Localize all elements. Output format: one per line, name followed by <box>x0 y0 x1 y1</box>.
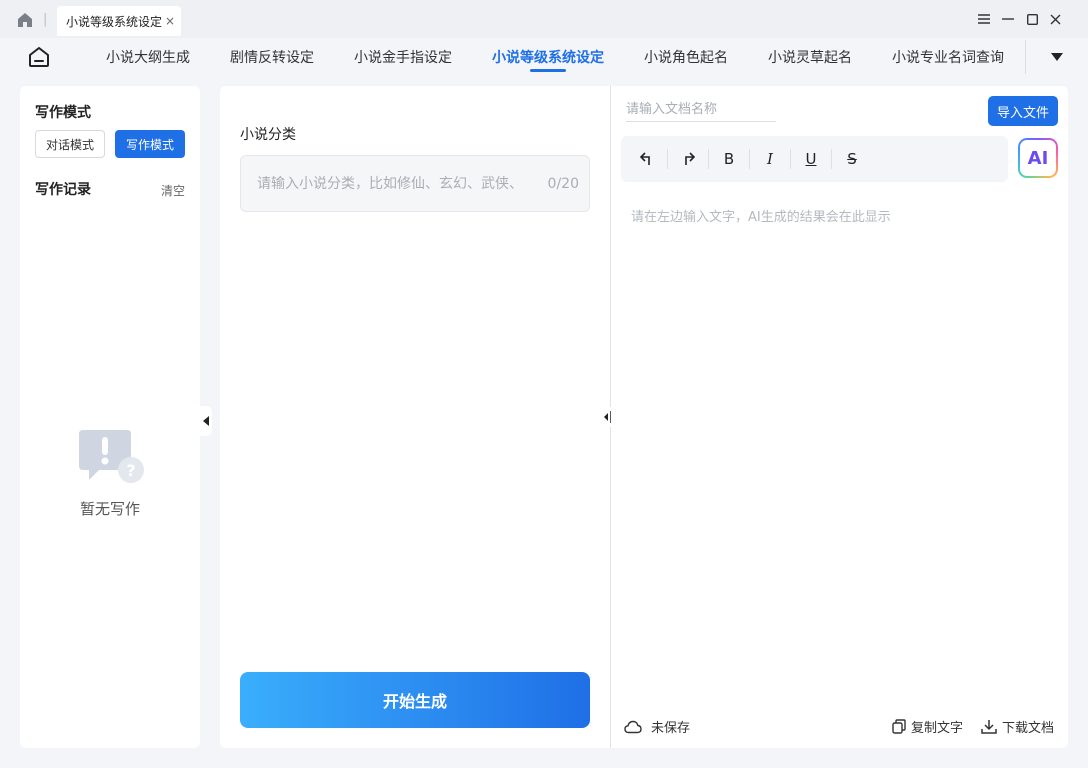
char-counter: 0/20 <box>547 176 579 192</box>
ai-assistant-button[interactable]: AI <box>1018 138 1058 178</box>
records-title: 写作记录 <box>35 182 91 198</box>
category-label: 小说分类 <box>240 127 296 143</box>
nav-divider <box>1025 40 1026 74</box>
title-separator: | <box>43 12 48 27</box>
maximize-icon[interactable] <box>1022 9 1042 29</box>
dialog-mode-button[interactable]: 对话模式 <box>35 130 105 158</box>
app-home-icon[interactable] <box>27 45 51 69</box>
save-status-label: 未保存 <box>651 721 691 736</box>
editor-panel: 导入文件 B I U S AI 请在左边输入文字，AI生成的结果会在此显示 未保… <box>611 86 1068 748</box>
nav-tab-character-name[interactable]: 小说角色起名 <box>644 47 728 67</box>
doc-name-input[interactable] <box>626 98 776 122</box>
menu-icon[interactable] <box>974 9 994 29</box>
active-tab-indicator <box>530 69 566 72</box>
title-bar: | 小说等级系统设定 × <box>0 0 1088 38</box>
download-icon <box>981 720 997 734</box>
copy-text-button[interactable]: 复制文字 <box>892 717 963 736</box>
underline-button[interactable]: U <box>799 147 823 171</box>
toolbar-separator <box>708 149 709 169</box>
redo-icon[interactable] <box>676 147 700 171</box>
category-input[interactable] <box>257 172 537 196</box>
copy-icon <box>892 719 906 734</box>
nav-tab-outline[interactable]: 小说大纲生成 <box>106 47 190 67</box>
undo-icon[interactable] <box>635 147 659 171</box>
tab-close-icon[interactable]: × <box>165 14 175 28</box>
generate-button[interactable]: 开始生成 <box>240 672 590 728</box>
collapse-sidebar-button[interactable] <box>200 406 212 436</box>
home-icon[interactable] <box>16 11 34 29</box>
window-tab-active[interactable]: 小说等级系统设定 × <box>57 6 181 36</box>
chevron-down-icon[interactable] <box>1049 51 1065 63</box>
download-doc-button[interactable]: 下载文档 <box>981 717 1054 736</box>
nav-tab-herb-name[interactable]: 小说灵草起名 <box>768 47 852 67</box>
bold-button[interactable]: B <box>717 147 741 171</box>
nav-tab-level-system[interactable]: 小说等级系统设定 <box>492 47 604 67</box>
nav-tab-golden-finger[interactable]: 小说金手指设定 <box>354 47 452 67</box>
editor-toolbar: B I U S <box>621 136 1008 182</box>
toolbar-separator <box>790 149 791 169</box>
italic-button[interactable]: I <box>758 147 782 171</box>
import-file-button[interactable]: 导入文件 <box>988 96 1058 126</box>
category-field: 0/20 <box>240 155 590 212</box>
save-status: 未保存 <box>624 717 690 736</box>
feature-nav: 小说大纲生成 剧情反转设定 小说金手指设定 小说等级系统设定 小说角色起名 小说… <box>0 38 1088 78</box>
writing-mode-button[interactable]: 写作模式 <box>115 130 185 158</box>
copy-text-label: 复制文字 <box>911 721 964 736</box>
toolbar-separator <box>667 149 668 169</box>
ai-label: AI <box>1020 140 1056 176</box>
toolbar-separator <box>831 149 832 169</box>
output-hint: 请在左边输入文字，AI生成的结果会在此显示 <box>631 210 891 225</box>
clear-records-button[interactable]: 清空 <box>161 182 185 199</box>
toolbar-separator <box>749 149 750 169</box>
strikethrough-button[interactable]: S <box>840 147 864 171</box>
sidebar: 写作模式 对话模式 写作模式 写作记录 清空 ? 暂无写作 <box>20 86 200 748</box>
download-doc-label: 下载文档 <box>1002 721 1055 736</box>
svg-text:?: ? <box>126 461 135 480</box>
mode-title: 写作模式 <box>35 105 91 121</box>
empty-state-icon: ? <box>79 428 145 486</box>
minimize-icon[interactable] <box>998 9 1018 29</box>
empty-state-text: 暂无写作 <box>79 500 140 518</box>
close-icon[interactable] <box>1045 9 1065 29</box>
nav-tab-terms-query[interactable]: 小说专业名词查询 <box>892 47 1004 67</box>
window-tab-label: 小说等级系统设定 <box>66 14 163 29</box>
nav-tab-plot-twist[interactable]: 剧情反转设定 <box>230 47 314 67</box>
cloud-icon <box>624 720 642 733</box>
input-panel: 小说分类 0/20 开始生成 <box>220 86 610 748</box>
